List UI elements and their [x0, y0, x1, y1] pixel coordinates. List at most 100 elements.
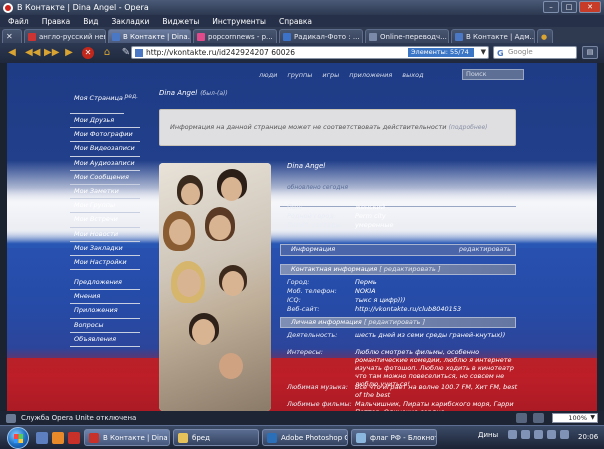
- menu-help[interactable]: Справка: [279, 17, 312, 26]
- personal-edit-link[interactable]: [ редактировать ]: [364, 318, 425, 326]
- nav-groups[interactable]: группы: [287, 71, 312, 79]
- info-value[interactable]: Perm city: [355, 212, 520, 220]
- home-icon[interactable]: ⌂: [101, 47, 113, 59]
- menu-my-messages[interactable]: Мои Сообщения: [70, 171, 140, 185]
- image-icon[interactable]: [533, 413, 544, 423]
- forward-icon[interactable]: ▶: [63, 47, 75, 59]
- tray-app-icon[interactable]: [560, 430, 570, 439]
- menu-applications[interactable]: Приложения: [70, 304, 140, 319]
- nav-apps[interactable]: приложения: [349, 71, 392, 79]
- panel-toggle-button[interactable]: ▤: [582, 46, 598, 59]
- google-icon: G: [497, 49, 504, 58]
- taskbar-item-notepad[interactable]: флаг РФ - Блокнот: [351, 429, 437, 446]
- favicon-icon: [28, 32, 36, 41]
- search-input[interactable]: G Google: [493, 46, 577, 59]
- nav-people[interactable]: люди: [259, 71, 277, 79]
- profile-photo[interactable]: [159, 163, 271, 411]
- clock[interactable]: 20:06: [578, 433, 598, 441]
- info-value[interactable]: Пермь: [355, 278, 520, 286]
- tab-5[interactable]: Online-переводч...: [365, 29, 449, 43]
- menu-view[interactable]: Вид: [83, 17, 98, 26]
- info-key: Любимые фильмы:: [287, 400, 352, 408]
- tab-3[interactable]: popcornnews - р...: [193, 29, 277, 43]
- close-window-button[interactable]: ✕: [579, 1, 601, 13]
- windows-taskbar: В Контакте | Dina A... бред Adobe Photos…: [0, 425, 604, 449]
- menu-offers[interactable]: Предложения: [70, 276, 140, 291]
- menu-widgets[interactable]: Виджеты: [162, 17, 199, 26]
- tab-tools-icon[interactable]: ✕: [2, 29, 22, 43]
- menu-my-videos[interactable]: Мои Видеозаписи: [70, 142, 140, 157]
- menu-bookmarks[interactable]: Закладки: [112, 17, 150, 26]
- menu-my-friends[interactable]: Мои Друзья: [70, 114, 140, 129]
- profile-status[interactable]: обновлено сегодня: [287, 184, 348, 191]
- zoom-select[interactable]: 100% ▼: [552, 413, 598, 423]
- menu-my-groups[interactable]: Мои Группы: [70, 199, 140, 214]
- menu-my-notes[interactable]: Мои Заметки: [70, 185, 140, 200]
- minimize-button[interactable]: –: [543, 1, 559, 13]
- menu-my-events[interactable]: Мои Встречи: [70, 213, 140, 228]
- favicon-icon: [283, 32, 291, 41]
- url-text: http://vkontakte.ru/id242924207 60026: [146, 48, 296, 57]
- notepad-icon: [356, 432, 366, 443]
- favicon-icon: [112, 32, 120, 41]
- menu-file[interactable]: Файл: [8, 17, 29, 26]
- menu-my-news[interactable]: Мои Новости: [70, 228, 140, 242]
- tab-label: Радикал-Фото : ...: [294, 32, 360, 41]
- menu-my-photos[interactable]: Мои Фотографии: [70, 128, 140, 143]
- menu-ads[interactable]: Объявления: [70, 333, 140, 347]
- maximize-button[interactable]: □: [561, 1, 577, 13]
- menu-my-bookmarks[interactable]: Мои Закладки: [70, 242, 140, 256]
- media-player-icon[interactable]: [52, 432, 64, 444]
- windows-logo-icon: [14, 439, 23, 443]
- menu-questions[interactable]: Вопросы: [70, 319, 140, 333]
- stop-icon[interactable]: ✕: [82, 47, 94, 59]
- nav-games[interactable]: игры: [322, 71, 339, 79]
- network-icon[interactable]: [521, 430, 531, 439]
- back-icon[interactable]: ◀: [6, 47, 18, 59]
- menu-opinions[interactable]: Мнения: [70, 290, 140, 305]
- menu-tools[interactable]: Инструменты: [212, 17, 266, 26]
- rewind-icon[interactable]: ◀◀: [25, 47, 40, 59]
- fast-forward-icon[interactable]: ▶▶: [44, 47, 59, 59]
- taskbar-item-opera[interactable]: В Контакте | Dina A...: [84, 429, 170, 446]
- opera-icon[interactable]: [68, 432, 80, 444]
- start-button[interactable]: [7, 427, 29, 449]
- photo-detail: [169, 219, 191, 245]
- opera-window: { "window": {"title": "В Контакте | Dina…: [0, 0, 604, 449]
- info-value[interactable]: умеренные: [355, 221, 520, 229]
- tab-2[interactable]: В Контакте | Dina...✕: [108, 29, 191, 43]
- new-tab-button[interactable]: ●: [537, 29, 553, 43]
- warning-more-link[interactable]: (подробнее): [449, 124, 488, 131]
- info-edit-link[interactable]: редактировать: [459, 245, 511, 254]
- tray-app-icon[interactable]: [547, 430, 557, 439]
- menu-edit[interactable]: Правка: [42, 17, 71, 26]
- contact-edit-link[interactable]: [ редактировать ]: [379, 265, 440, 273]
- menu-my-settings[interactable]: Мои Настройки: [70, 256, 140, 271]
- volume-icon[interactable]: [534, 430, 544, 439]
- menu-my-audio[interactable]: Мои Аудиозаписи: [70, 157, 140, 171]
- website-link[interactable]: http://vkontakte.ru/club8040153: [355, 305, 520, 313]
- photo-detail: [177, 269, 201, 297]
- chevron-down-icon[interactable]: ▼: [481, 48, 486, 56]
- opera-unite-icon[interactable]: [6, 413, 16, 423]
- opera-logo-icon[interactable]: [3, 2, 13, 13]
- info-section-header: Информация редактировать: [280, 244, 516, 256]
- taskbar-item-photoshop[interactable]: Adobe Photoshop C...: [262, 429, 348, 446]
- status-bar: Служба Opera Unite отключена 100% ▼: [0, 411, 604, 425]
- tab-4[interactable]: Радикал-Фото : ...: [279, 29, 363, 43]
- search-placeholder: Google: [508, 48, 533, 56]
- address-bar[interactable]: http://vkontakte.ru/id242924207 60026 Эл…: [131, 46, 489, 59]
- menu-my-page[interactable]: Моя Страница ред.: [70, 92, 138, 114]
- nav-logout[interactable]: выход: [402, 71, 423, 79]
- info-key: Интересы:: [287, 348, 323, 356]
- tray-arrow-icon[interactable]: [508, 430, 518, 439]
- edit-link[interactable]: ред.: [124, 92, 138, 102]
- tab-1[interactable]: англо-русский нев...: [24, 29, 106, 43]
- page-content: люди группы игры приложения выход Поиск …: [7, 63, 597, 411]
- language-indicator[interactable]: Дины: [478, 431, 498, 439]
- print-icon[interactable]: [516, 413, 527, 423]
- taskbar-item-folder[interactable]: бред: [173, 429, 259, 446]
- tab-6[interactable]: В Контакте | Адм...: [451, 29, 535, 43]
- show-desktop-icon[interactable]: [36, 432, 48, 444]
- site-search-input[interactable]: Поиск: [462, 69, 524, 80]
